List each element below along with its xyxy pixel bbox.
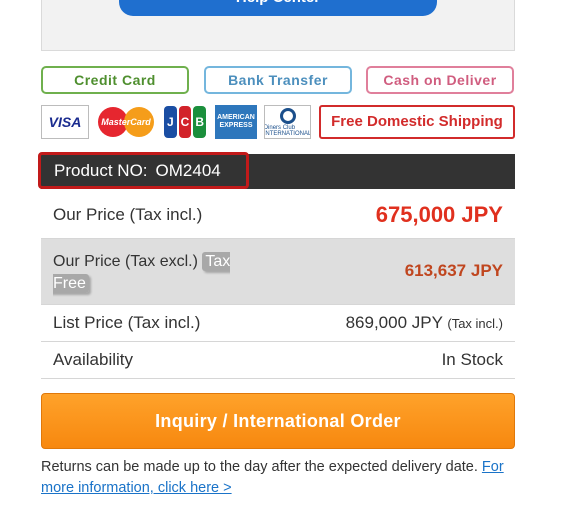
mastercard-logo: MasterCard — [98, 105, 154, 139]
product-number-caption: Product NO: — [54, 161, 148, 180]
price-tax-excl-label: Our Price (Tax excl.) Tax Free — [53, 251, 253, 295]
mastercard-logo-text: MasterCard — [101, 117, 151, 127]
price-tax-incl-row: Our Price (Tax incl.) 675,000 JPY — [41, 190, 515, 239]
price-tax-incl-label: Our Price (Tax incl.) — [53, 205, 203, 224]
price-tax-excl-row: Our Price (Tax excl.) Tax Free 613,637 J… — [41, 239, 515, 305]
list-price-note: (Tax incl.) — [447, 316, 503, 331]
visa-logo: VISA — [41, 105, 89, 139]
list-price-label: List Price (Tax incl.) — [53, 313, 201, 332]
free-shipping-badge: Free Domestic Shipping — [319, 105, 515, 139]
jcb-letter: J — [164, 106, 177, 138]
price-tax-excl-value: 613,637 JPY — [404, 261, 503, 280]
payment-cash-on-delivery-badge: Cash on Deliver — [366, 66, 514, 94]
diners-logo-text: Diners Club INTERNATIONAL — [264, 124, 311, 137]
jcb-letter: B — [193, 106, 207, 138]
availability-row: Availability In Stock — [41, 342, 515, 379]
payment-credit-card-badge: Credit Card — [41, 66, 189, 94]
returns-note: Returns can be made up to the day after … — [41, 457, 511, 499]
diners-ring-icon — [279, 107, 296, 124]
availability-value: In Stock — [441, 350, 503, 369]
visa-logo-text: VISA — [48, 114, 82, 130]
diners-club-logo: Diners Club INTERNATIONAL — [264, 105, 311, 139]
jcb-logo: J C B — [163, 105, 207, 139]
inquiry-order-button[interactable]: Inquiry / International Order — [41, 393, 515, 449]
jcb-letter: C — [178, 106, 192, 138]
product-number-value: OM2404 — [155, 161, 221, 180]
help-panel: Help Center — [41, 0, 515, 51]
amex-logo-text: AMERICAN EXPRESS — [217, 114, 255, 129]
product-number-label: Product NO: OM2404 — [38, 152, 249, 189]
price-tax-excl-text: Our Price (Tax excl.) — [53, 253, 198, 270]
returns-text: Returns can be made up to the day after … — [41, 459, 478, 475]
list-price-value: 869,000 JPY (Tax incl.) — [346, 313, 503, 333]
availability-label: Availability — [53, 350, 134, 369]
list-price-amount: 869,000 JPY — [345, 313, 443, 332]
amex-logo: AMERICAN EXPRESS — [215, 105, 257, 139]
price-tax-incl-value: 675,000 JPY — [375, 202, 503, 227]
payment-bank-transfer-badge: Bank Transfer — [204, 66, 352, 94]
help-center-button[interactable]: Help Center — [119, 0, 437, 16]
list-price-row: List Price (Tax incl.) 869,000 JPY (Tax … — [41, 305, 515, 342]
